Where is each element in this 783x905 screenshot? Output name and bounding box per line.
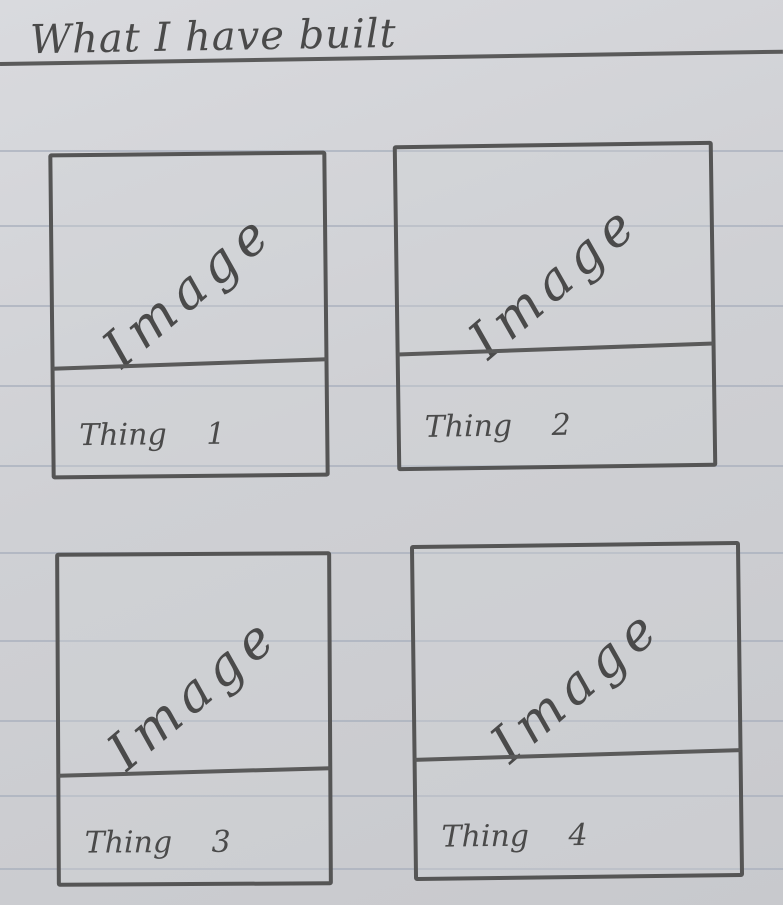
card-title: Thing 1 bbox=[79, 416, 226, 454]
item-card-3[interactable]: Image Thing 3 bbox=[55, 551, 333, 887]
card-divider bbox=[58, 766, 331, 778]
page-title: What I have built bbox=[29, 10, 398, 64]
image-placeholder: Image bbox=[457, 190, 652, 371]
item-card-2[interactable]: Image Thing 2 bbox=[392, 140, 718, 472]
image-placeholder: Image bbox=[91, 200, 287, 380]
card-divider bbox=[397, 341, 714, 357]
image-placeholder: Image bbox=[479, 595, 674, 775]
card-title: Thing 3 bbox=[84, 824, 231, 861]
card-divider bbox=[52, 357, 327, 371]
card-title: Thing 2 bbox=[424, 407, 571, 445]
item-card-4[interactable]: Image Thing 4 bbox=[409, 540, 745, 882]
card-title: Thing 4 bbox=[441, 817, 588, 855]
item-card-1[interactable]: Image Thing 1 bbox=[48, 150, 330, 480]
card-divider bbox=[414, 748, 741, 762]
image-placeholder: Image bbox=[96, 603, 292, 783]
